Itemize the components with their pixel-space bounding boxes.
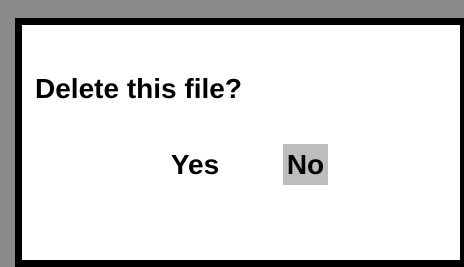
dialog-border-right — [460, 18, 464, 267]
dialog-question: Delete this file? — [35, 73, 242, 104]
confirm-delete-dialog: Delete this file? Yes No — [15, 18, 464, 267]
yes-button[interactable]: Yes — [162, 144, 228, 185]
no-button[interactable]: No — [283, 144, 328, 185]
screen: Delete this file? Yes No — [0, 0, 464, 267]
